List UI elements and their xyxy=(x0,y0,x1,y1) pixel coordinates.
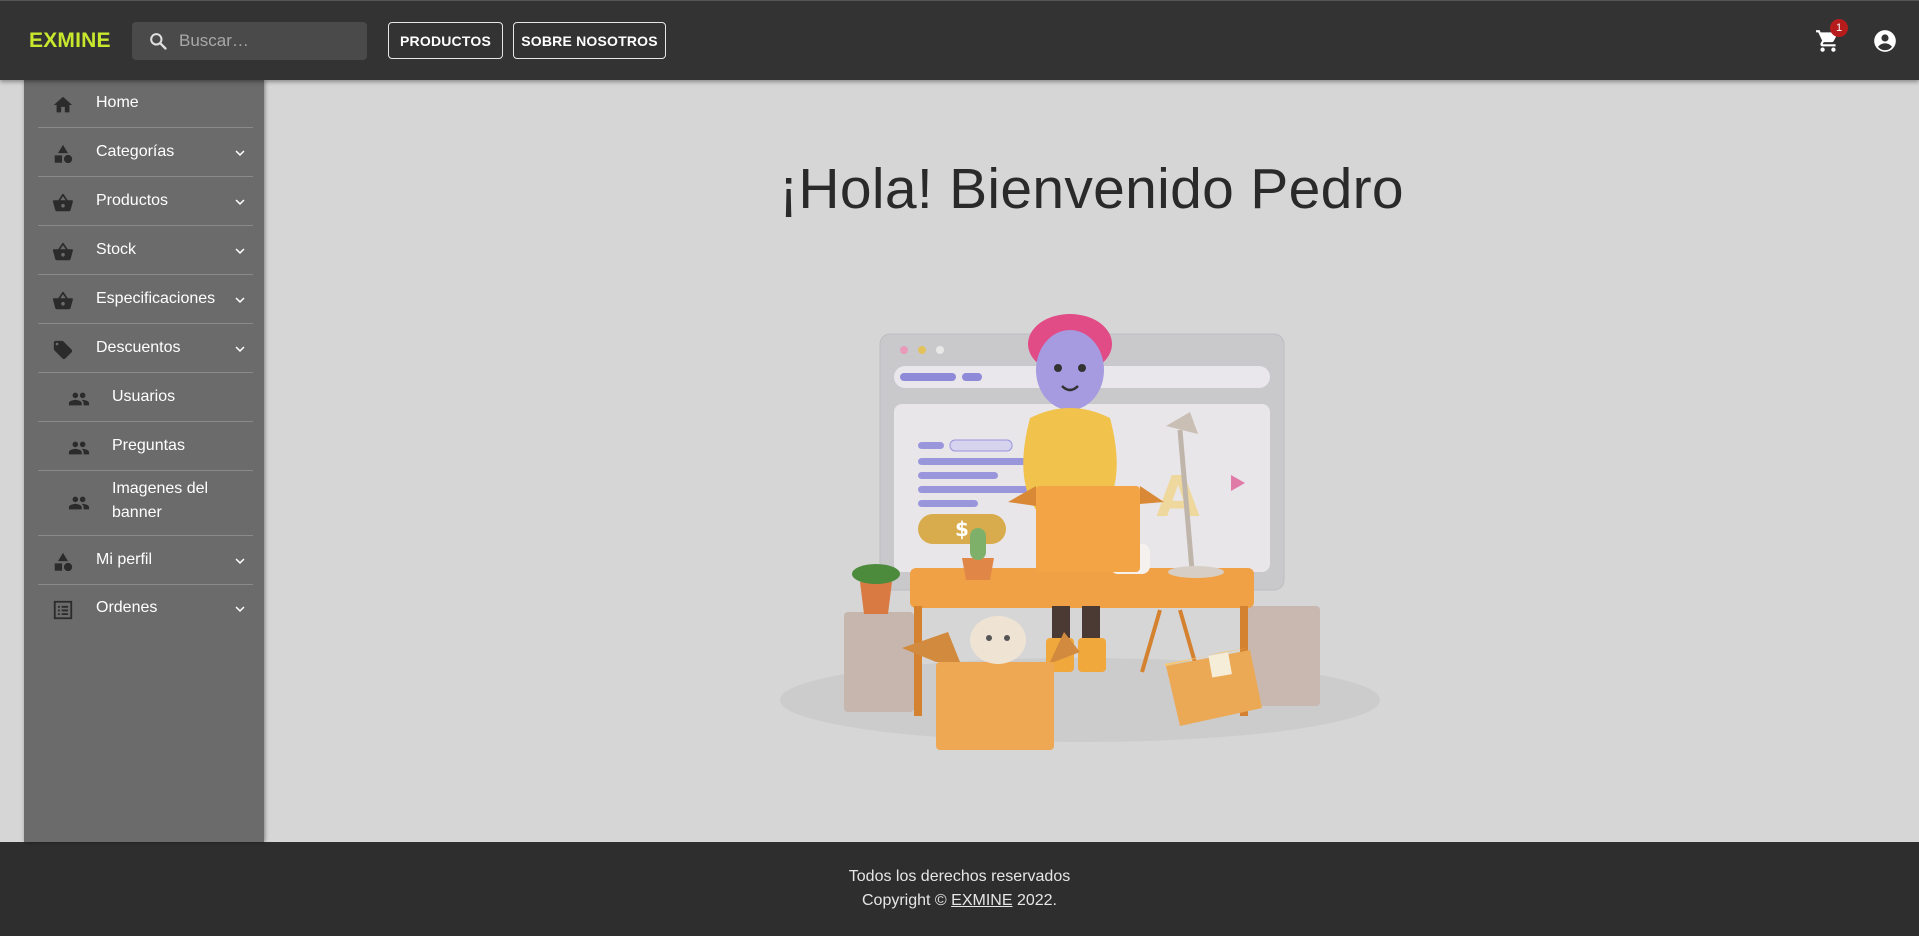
list-icon xyxy=(53,600,73,620)
footer-brand-link[interactable]: EXMINE xyxy=(951,892,1012,909)
sobre-nosotros-button[interactable]: SOBRE NOSOTROS xyxy=(513,22,666,59)
sidebar-item-label: Categorías xyxy=(96,143,175,160)
sidebar-item-ordenes[interactable]: Ordenes xyxy=(38,585,253,633)
top-app-bar: EXMINE PRODUCTOS SOBRE NOSOTROS 1 xyxy=(0,0,1919,80)
category-icon xyxy=(54,144,73,164)
sidebar-item-productos[interactable]: Productos xyxy=(38,178,253,226)
sidebar-item-stock[interactable]: Stock xyxy=(38,227,253,275)
chevron-down-icon[interactable] xyxy=(231,340,249,358)
footer-rights: Todos los derechos reservados xyxy=(848,868,1071,885)
search-icon xyxy=(150,33,167,50)
welcome-heading: ¡Hola! Bienvenido Pedro xyxy=(779,157,1404,221)
sidebar-item-label: Preguntas xyxy=(112,437,185,454)
basket-icon xyxy=(52,242,73,261)
sidebar-item-label: Mi perfil xyxy=(96,551,153,568)
sidebar-item-label: Stock xyxy=(96,241,137,258)
search-box[interactable] xyxy=(132,22,367,60)
sidebar-item-descuentos[interactable]: Descuentos xyxy=(38,325,253,373)
sidebar-item-mi-perfil[interactable]: Mi perfil xyxy=(38,537,253,585)
chevron-down-icon[interactable] xyxy=(231,291,249,309)
copyright-suffix: 2022. xyxy=(1012,892,1057,909)
chevron-down-icon[interactable] xyxy=(231,600,249,618)
footer-copyright: Copyright © EXMINE 2022. xyxy=(0,892,1919,910)
chevron-down-icon[interactable] xyxy=(231,193,249,211)
people-icon xyxy=(68,392,90,406)
basket-icon xyxy=(52,291,73,310)
account-icon[interactable] xyxy=(1872,28,1898,54)
sidebar-item-usuarios[interactable]: Usuarios xyxy=(38,374,253,422)
svg-text:A: A xyxy=(1156,465,1200,530)
basket-icon xyxy=(52,193,73,212)
productos-button[interactable]: PRODUCTOS xyxy=(388,22,503,59)
cart-count-badge: 1 xyxy=(1830,19,1848,37)
sidebar-item-home[interactable]: Home xyxy=(38,80,253,128)
home-icon xyxy=(53,96,73,113)
sidebar-item-label: Home xyxy=(96,94,139,111)
chevron-down-icon[interactable] xyxy=(231,144,249,162)
category-icon xyxy=(54,552,73,572)
sidebar-item-label: Descuentos xyxy=(96,339,181,356)
sidebar-item-label: Ordenes xyxy=(96,599,158,616)
sidebar-item-preguntas[interactable]: Preguntas xyxy=(38,423,253,471)
hero-illustration: $ A xyxy=(780,314,1380,750)
search-input[interactable] xyxy=(179,22,359,60)
sidebar-item-label: Usuarios xyxy=(112,388,176,405)
sidebar-item-label: Especificaciones xyxy=(96,290,216,307)
sidebar-item-label: Productos xyxy=(96,192,169,209)
footer: Todos los derechos reservados Copyright … xyxy=(0,842,1919,936)
tag-icon xyxy=(53,340,73,360)
chevron-down-icon[interactable] xyxy=(231,552,249,570)
brand-logo[interactable]: EXMINE xyxy=(29,29,111,53)
chevron-down-icon[interactable] xyxy=(231,242,249,260)
sidebar: Home Categorías Productos Stock Especifi… xyxy=(24,80,264,842)
people-icon xyxy=(68,441,90,455)
sidebar-item-imagenes-banner[interactable]: Imagenes del banner xyxy=(38,472,253,536)
sidebar-item-label: Imagenes del banner xyxy=(112,480,209,521)
sidebar-item-especificaciones[interactable]: Especificaciones xyxy=(38,276,253,324)
copyright-prefix: Copyright © xyxy=(862,892,952,909)
svg-text:$: $ xyxy=(955,517,969,541)
sidebar-item-categorias[interactable]: Categorías xyxy=(38,129,253,177)
people-icon xyxy=(68,496,90,510)
